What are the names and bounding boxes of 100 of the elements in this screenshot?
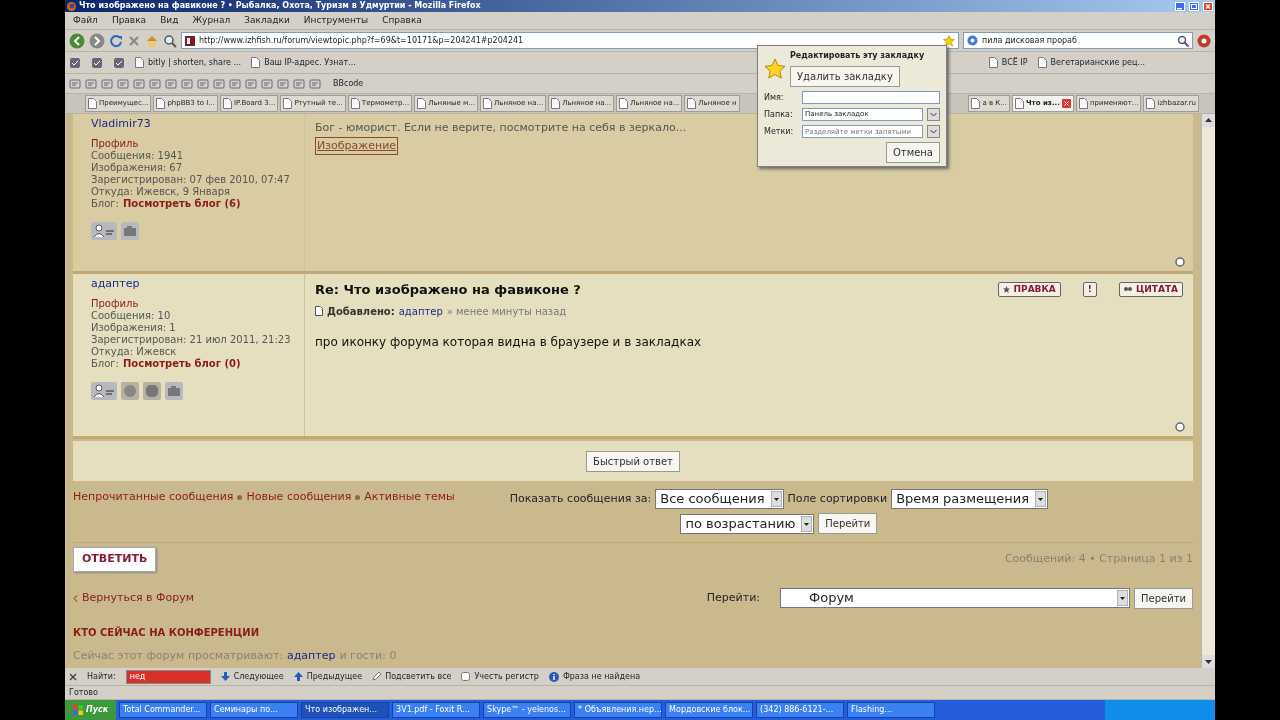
taskbar-item[interactable]: Flashing... [847, 702, 936, 718]
taskbar-item[interactable]: Total Commander... [119, 702, 208, 718]
post-title[interactable]: Re: Что изображено на фавиконе ? [315, 280, 581, 300]
taskbar-item[interactable]: (342) 886-6121-... [756, 702, 845, 718]
addon-icon[interactable] [1197, 33, 1211, 48]
forum-link[interactable]: Новые сообщения [246, 489, 352, 506]
format-icon[interactable] [197, 77, 209, 90]
taskbar-item[interactable]: Мордовские блок... [665, 702, 754, 718]
match-case-checkbox[interactable] [461, 672, 471, 681]
go-button[interactable]: Перейти [1134, 587, 1193, 609]
menu-item[interactable]: Инструменты [303, 13, 369, 28]
scroll-up-icon[interactable] [1202, 114, 1215, 127]
forum-link[interactable]: Непрочитанные сообщения [73, 489, 234, 506]
author-link[interactable]: адаптер [398, 303, 443, 319]
search-field[interactable]: пила дисковая прораб [963, 32, 1193, 49]
start-button[interactable]: Пуск [65, 700, 117, 720]
search-icon[interactable] [163, 33, 177, 48]
reply-button[interactable]: ОТВЕТИТЬ [73, 547, 157, 572]
maximize-icon[interactable] [1189, 1, 1199, 11]
bookmark-item[interactable]: Вегетарианские рец... [1037, 56, 1145, 69]
username-link[interactable]: Vladimir73 [91, 118, 151, 130]
forum-select[interactable]: Форум [780, 588, 1130, 608]
remove-bookmark-button[interactable]: Удалить закладку [790, 66, 900, 87]
octagon-icon[interactable] [143, 382, 161, 400]
globe-icon[interactable] [121, 382, 139, 400]
edit-button[interactable]: ПРАВКА [997, 282, 1061, 297]
forum-link[interactable]: Активные темы [364, 489, 455, 506]
bookmark-item[interactable]: Ваш IP-адрес. Узнат... [251, 56, 356, 69]
period-select[interactable]: Все сообщения [655, 489, 784, 509]
sort-field-select[interactable]: Время размещения [891, 489, 1049, 509]
scroll-down-icon[interactable] [1202, 655, 1215, 668]
online-user-link[interactable]: адаптер [287, 647, 336, 664]
close-icon[interactable] [1061, 99, 1071, 108]
toolbar-icon[interactable] [69, 56, 81, 69]
username-link[interactable]: адаптер [91, 278, 140, 290]
go-button[interactable]: Перейти [818, 513, 878, 534]
menu-item[interactable]: Файл [73, 13, 98, 28]
format-icon[interactable] [229, 77, 241, 90]
format-icon[interactable] [149, 77, 161, 90]
taskbar-item[interactable]: * Объявления.нер... [574, 702, 663, 718]
reload-icon[interactable] [109, 33, 123, 48]
camera-icon[interactable] [121, 222, 139, 240]
taskbar-item[interactable]: Что изображен... [301, 702, 390, 718]
format-icon[interactable] [277, 77, 289, 90]
blog-link[interactable]: Посмотреть блог (6) [123, 198, 241, 210]
forward-icon[interactable] [89, 32, 105, 49]
bbcode-menu[interactable]: BBcode [333, 77, 364, 90]
sort-order-select[interactable]: по возрастанию [680, 513, 815, 534]
format-icon[interactable] [293, 77, 305, 90]
toolbar-icon[interactable] [113, 56, 125, 69]
find-previous-button[interactable]: Предыдущее [293, 670, 363, 683]
taskbar-item[interactable]: Skype™ - yelenos... [483, 702, 572, 718]
name-field[interactable] [802, 91, 940, 104]
profile-link[interactable]: Профиль [91, 138, 139, 150]
format-icon[interactable] [165, 77, 177, 90]
back-icon[interactable] [69, 32, 85, 49]
format-icon[interactable] [213, 77, 225, 90]
highlight-all-button[interactable]: Подсветить все [372, 670, 452, 683]
bookmark-item[interactable]: bitly | shorten, share ... [135, 56, 242, 69]
format-icon[interactable] [181, 77, 193, 90]
close-icon[interactable] [69, 672, 77, 681]
minimize-icon[interactable] [1175, 1, 1185, 11]
address-bar[interactable]: http://www.izhfish.ru/forum/viewtopic.php?f=69&t=10171&p=204241#p204241 [181, 32, 959, 49]
bookmark-item[interactable]: ВСЁ IP [988, 56, 1028, 69]
cancel-button[interactable]: Отмена [885, 142, 940, 163]
profile-link[interactable]: Профиль [91, 298, 139, 310]
menu-item[interactable]: Закладки [244, 13, 290, 28]
format-icon[interactable] [133, 77, 145, 90]
toolbar-icon[interactable] [91, 56, 103, 69]
bookmark-star-icon[interactable] [943, 34, 955, 47]
camera-icon[interactable] [165, 382, 183, 400]
format-icon[interactable] [85, 77, 97, 90]
report-button[interactable]: ! [1082, 282, 1097, 297]
stop-icon[interactable] [127, 33, 141, 48]
format-icon[interactable] [261, 77, 273, 90]
menu-item[interactable]: Журнал [192, 13, 231, 28]
search-icon[interactable] [1177, 34, 1189, 47]
private-message-icon[interactable] [91, 382, 117, 400]
taskbar-item[interactable]: 3V1.pdf - Foxit R... [392, 702, 481, 718]
back-to-top-icon[interactable] [1175, 422, 1185, 432]
quick-reply-button[interactable]: Быстрый ответ [586, 450, 680, 472]
menu-item[interactable]: Справка [382, 13, 422, 28]
format-icon[interactable] [117, 77, 129, 90]
taskbar-item[interactable]: Семинары по... [210, 702, 299, 718]
format-icon[interactable] [309, 77, 321, 90]
format-icon[interactable] [245, 77, 257, 90]
expand-icon[interactable] [927, 108, 940, 121]
quote-button[interactable]: ЦИТАТА [1118, 282, 1183, 297]
back-link[interactable]: Вернуться в Форум [73, 589, 195, 607]
find-next-button[interactable]: Следующее [220, 670, 284, 683]
find-field[interactable]: нед [125, 669, 211, 684]
image-link[interactable]: Изображение [315, 136, 399, 155]
menu-item[interactable]: Вид [160, 13, 179, 28]
blog-link[interactable]: Посмотреть блог (0) [123, 358, 241, 370]
back-to-top-icon[interactable] [1175, 257, 1185, 267]
expand-icon[interactable] [927, 125, 940, 138]
private-message-icon[interactable] [91, 222, 117, 240]
format-icon[interactable] [101, 77, 113, 90]
menu-item[interactable]: Правка [111, 13, 147, 28]
format-icon[interactable] [69, 77, 81, 90]
